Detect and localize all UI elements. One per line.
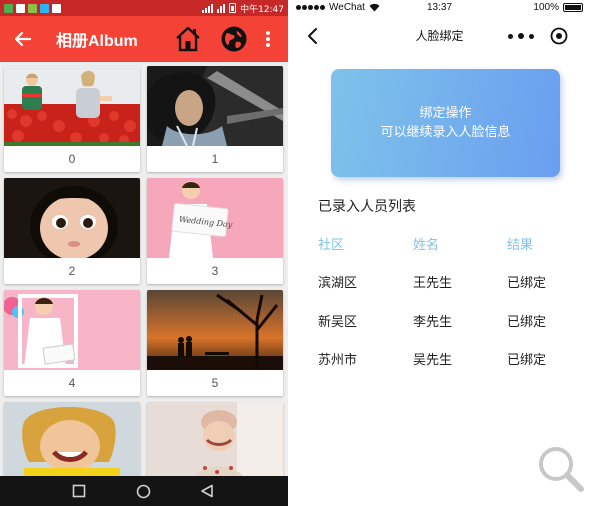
- cell-name: 王先生: [413, 276, 453, 291]
- android-nav-bar: [0, 476, 288, 506]
- battery-icon: [229, 3, 237, 13]
- cell-result: 已绑定: [507, 315, 547, 330]
- page-title: 人脸绑定: [415, 29, 464, 43]
- home-icon[interactable]: [174, 25, 202, 53]
- battery-percent: 100%: [533, 2, 559, 13]
- cell-community: 新吴区: [318, 315, 358, 330]
- ios-status-bar: WeChat 13:37 100%: [290, 0, 589, 16]
- photo-child-face: [4, 178, 140, 258]
- photo-card[interactable]: 4: [4, 290, 140, 396]
- page-title: 相册Album: [56, 33, 138, 50]
- header-name: 姓名: [413, 238, 440, 253]
- app-notification-icon: [52, 3, 61, 13]
- photo-girl-frame: [4, 290, 140, 370]
- wifi-icon: [217, 3, 226, 13]
- bind-button-sublabel: 可以继续录入人脸信息: [380, 125, 511, 140]
- magnifier-watermark-icon: [539, 447, 584, 492]
- photo-girl-sign: Wedding Day: [147, 178, 283, 258]
- status-time: 中午12:47: [240, 4, 284, 15]
- cell-name: 吴先生: [413, 353, 453, 368]
- back-arrow-icon[interactable]: [10, 26, 36, 52]
- app-bar: 相册Album: [0, 16, 288, 62]
- table-row: 滨湖区 王先生 已绑定: [318, 272, 578, 292]
- photo-girls-tulips: [4, 66, 140, 146]
- bind-face-button[interactable]: 绑定操作 可以继续录入人脸信息: [331, 69, 560, 177]
- photo-caption: 1: [211, 152, 219, 166]
- photo-caption: 0: [68, 152, 76, 166]
- photo-caption: 2: [68, 264, 76, 278]
- cell-community: 苏州市: [318, 353, 358, 368]
- battery-icon: [563, 3, 583, 12]
- list-title: 已录入人员列表: [318, 199, 416, 215]
- android-status-bar: 中午12:47: [0, 0, 288, 16]
- photo-caption: 3: [211, 264, 219, 278]
- photo-card[interactable]: Wedding Day 3: [147, 178, 283, 284]
- more-options-icon[interactable]: [508, 27, 534, 45]
- cell-result: 已绑定: [507, 276, 547, 291]
- close-miniprogram-icon[interactable]: [549, 26, 569, 46]
- photo-baby: [147, 402, 283, 482]
- cell-community: 滨湖区: [318, 276, 358, 291]
- app-notification-icon: [28, 3, 37, 13]
- table-header: 社区 姓名 结果: [318, 234, 578, 254]
- navigation-bar: 人脸绑定: [290, 16, 589, 56]
- globe-icon[interactable]: [220, 25, 248, 53]
- home-circle-icon[interactable]: [136, 484, 151, 499]
- battery-status: 100%: [533, 2, 583, 13]
- bind-button-label: 绑定操作: [419, 106, 472, 121]
- overflow-menu-icon[interactable]: [262, 29, 274, 49]
- album-app-screen: 中午12:47 相册Album 0 1 2 Wedding Day 3 4 5: [0, 0, 288, 506]
- photo-card[interactable]: 1: [147, 66, 283, 172]
- photo-card[interactable]: 5: [147, 290, 283, 396]
- photo-card[interactable]: 0: [4, 66, 140, 172]
- app-notification-icon: [16, 3, 25, 13]
- photo-girl-dark: [147, 66, 283, 146]
- app-notification-icon: [40, 3, 49, 13]
- photo-card[interactable]: 2: [4, 178, 140, 284]
- header-result: 结果: [507, 238, 534, 253]
- cell-name: 李先生: [413, 315, 453, 330]
- photo-laughing-boy: [4, 402, 140, 482]
- signal-icon: [202, 3, 214, 13]
- face-binding-screen: WeChat 13:37 100% 人脸绑定 绑定操作 可以继续录入人脸信息 已…: [290, 0, 589, 506]
- table-row: 苏州市 吴先生 已绑定: [318, 349, 578, 369]
- cell-result: 已绑定: [507, 353, 547, 368]
- app-notification-icon: [4, 3, 13, 13]
- photo-sunset-tree: [147, 290, 283, 370]
- back-triangle-icon[interactable]: [200, 484, 214, 498]
- photo-caption: 5: [211, 376, 219, 390]
- table-row: 新吴区 李先生 已绑定: [318, 311, 578, 331]
- recent-apps-icon[interactable]: [72, 484, 86, 498]
- photo-caption: 4: [68, 376, 76, 390]
- header-community: 社区: [318, 238, 345, 253]
